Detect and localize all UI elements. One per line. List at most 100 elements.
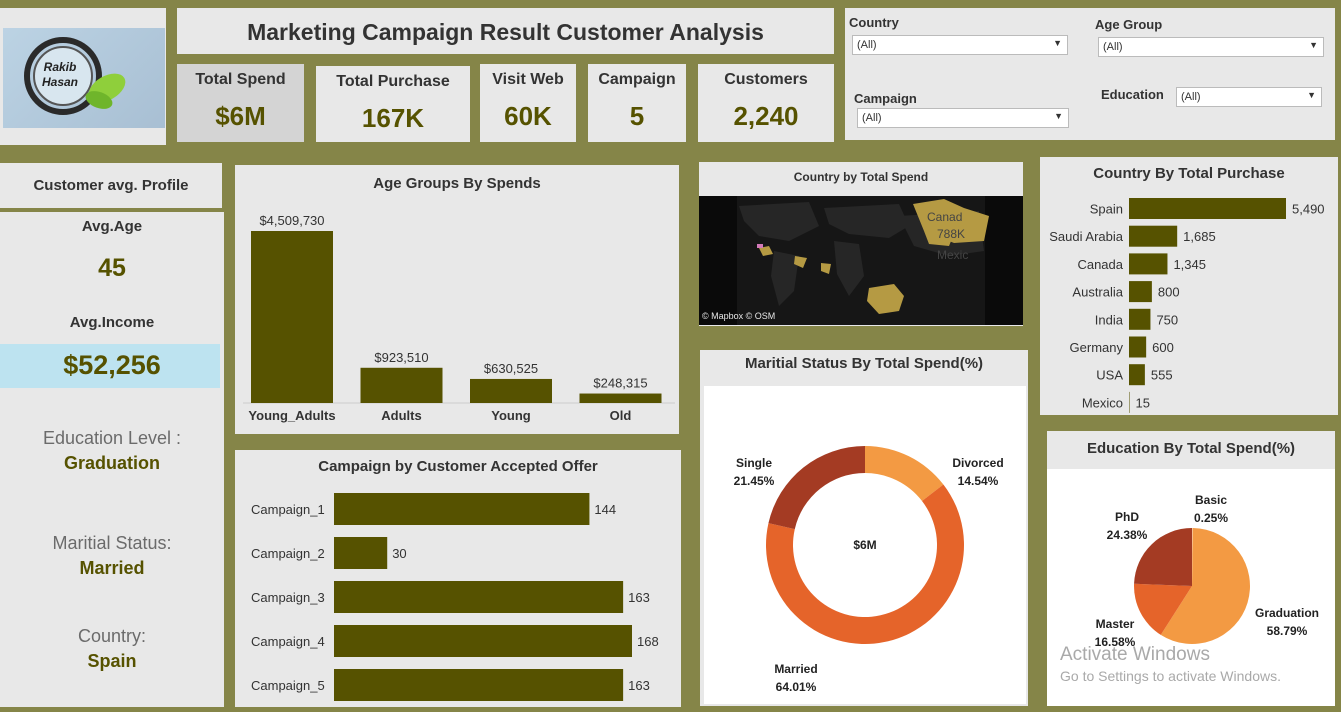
slice-percent-label: 14.54% xyxy=(958,474,999,488)
kpi-value: $6M xyxy=(215,101,266,131)
map-label-canada-value: 788K xyxy=(937,227,965,241)
education-filter-value: (All) xyxy=(1181,91,1201,103)
slice-name-label: Basic xyxy=(1195,493,1227,507)
age-group-filter-select[interactable]: (All) ▼ xyxy=(1098,37,1324,57)
kpi-customers: Customers 2,240 xyxy=(698,64,834,142)
campaign-filter-value: (All) xyxy=(862,112,882,124)
chevron-down-icon: ▼ xyxy=(1053,38,1062,48)
page-title: Marketing Campaign Result Customer Analy… xyxy=(247,19,764,45)
campaign-filter-select[interactable]: (All) ▼ xyxy=(857,108,1069,128)
kpi-value: 5 xyxy=(629,101,645,131)
y-tick-label: Mexico xyxy=(1082,395,1123,410)
bar-mexico xyxy=(1129,391,1130,413)
donut-center-label: $6M xyxy=(853,538,876,552)
y-tick-label: Campaign_2 xyxy=(251,546,325,561)
slice-percent-label: 64.01% xyxy=(776,680,817,694)
bar-data-label: 555 xyxy=(1151,368,1173,383)
bar-saudi-arabia xyxy=(1129,225,1178,247)
logo: Rakib Hasan xyxy=(3,28,165,128)
age-group-filter-label: Age Group xyxy=(1095,17,1163,32)
slice-name-label: Master xyxy=(1096,617,1135,631)
profile-panel: Avg.Age 45 Avg.Income $52,256 Education … xyxy=(0,212,224,707)
logo-panel: Rakib Hasan xyxy=(0,8,166,145)
slice-single xyxy=(768,446,865,530)
bar-data-label: 15 xyxy=(1136,395,1150,410)
age-group-filter-value: (All) xyxy=(1103,41,1123,53)
bar-data-label: 1,345 xyxy=(1173,257,1206,272)
slice-percent-label: 24.38% xyxy=(1107,528,1148,542)
map[interactable]: Canad 788K Mexic © Mapbox © OSM xyxy=(699,196,1023,325)
kpi-value: 60K xyxy=(504,101,552,131)
y-tick-label: Saudi Arabia xyxy=(1049,229,1123,244)
filters-panel: Country (All) ▼ Age Group (All) ▼ Campai… xyxy=(845,8,1335,140)
chevron-down-icon: ▼ xyxy=(1309,40,1318,50)
education-level-value: Graduation xyxy=(63,453,160,473)
bar-india xyxy=(1129,308,1151,330)
marital-status-value: Married xyxy=(79,558,145,578)
bar-data-label: $248,315 xyxy=(593,376,647,391)
map-attribution: © Mapbox © OSM xyxy=(702,311,775,321)
bar-spain xyxy=(1129,198,1286,219)
country-filter-value: (All) xyxy=(857,39,877,51)
map-panel: Country by Total Spend Canad 788K Mexic … xyxy=(699,162,1023,326)
bar-campaign-3 xyxy=(334,581,624,613)
x-tick-label: Young xyxy=(491,408,531,423)
bar-data-label: 800 xyxy=(1158,285,1180,300)
activate-windows-watermark: Activate Windows Go to Settings to activ… xyxy=(1060,644,1281,684)
x-tick-label: Adults xyxy=(381,408,421,423)
kpi-label: Visit Web xyxy=(492,71,564,88)
avg-income-label: Avg.Income xyxy=(69,314,155,331)
country-filter-select[interactable]: (All) ▼ xyxy=(852,35,1068,55)
bar-data-label: 5,490 xyxy=(1292,202,1325,217)
kpi-value: 2,240 xyxy=(733,101,799,131)
chevron-down-icon: ▼ xyxy=(1054,111,1063,121)
logo-mark: Rakib Hasan xyxy=(24,37,126,115)
bar-data-label: 168 xyxy=(637,634,659,649)
marital-chart-panel: Maritial Status By Total Spend(%) Divorc… xyxy=(700,350,1028,706)
slice-name-label: Single xyxy=(736,456,772,470)
kpi-total-spend: Total Spend $6M xyxy=(177,64,304,142)
country-filter-label: Country xyxy=(849,15,899,30)
country-chart-panel: Country By Total Purchase Spain 5,490 Saud… xyxy=(1040,157,1338,415)
campaign-chart: Campaign_1 144 Campaign_2 30 Campaign_3 163 Ca… xyxy=(251,493,659,701)
bar-campaign-2 xyxy=(334,537,388,569)
education-filter-select[interactable]: (All) ▼ xyxy=(1176,87,1322,107)
bar-data-label: 30 xyxy=(392,546,406,561)
bar-campaign-4 xyxy=(334,625,632,657)
campaign-chart-panel: Campaign by Customer Accepted Offer Camp… xyxy=(235,450,681,707)
marital-donut-chart: Divorced 14.54% Married 64.01% Single 21.45% $… xyxy=(734,446,1004,694)
bar-young-adults xyxy=(251,231,333,403)
slice-percent-label: 0.25% xyxy=(1194,511,1228,525)
logo-text-2: Hasan xyxy=(42,75,78,89)
bar-data-label: $4,509,730 xyxy=(259,213,324,228)
map-label-canada: Canad xyxy=(927,210,962,224)
age-groups-chart-panel: Age Groups By Spends $4,509,730 Young_Adu… xyxy=(235,165,679,434)
bar-germany xyxy=(1129,336,1147,358)
country-label: Country: xyxy=(77,626,147,646)
kpi-total-purchase: Total Purchase 167K xyxy=(316,66,470,142)
kpi-label: Total Purchase xyxy=(336,73,450,90)
y-tick-label: Germany xyxy=(1070,340,1124,355)
y-tick-label: Campaign_5 xyxy=(251,678,325,693)
country-value: Spain xyxy=(87,651,137,671)
bar-adults xyxy=(360,367,443,403)
bar-usa xyxy=(1129,364,1145,386)
profile-title: Customer avg. Profile xyxy=(33,177,189,194)
slice-name-label: PhD xyxy=(1115,510,1139,524)
y-tick-label: India xyxy=(1095,312,1124,327)
title-panel: Marketing Campaign Result Customer Analy… xyxy=(177,8,834,54)
avg-income-value: $52,256 xyxy=(63,350,161,380)
kpi-visit-web: Visit Web 60K xyxy=(480,64,576,142)
bar-data-label: 144 xyxy=(594,502,616,517)
y-tick-label: Campaign_3 xyxy=(251,590,325,605)
x-tick-label: Old xyxy=(610,408,632,423)
bar-data-label: 750 xyxy=(1156,312,1178,327)
bar-campaign-5 xyxy=(334,669,624,701)
age-groups-chart: $4,509,730 Young_Adults $923,510 Adults $630… xyxy=(243,213,675,423)
campaign-filter-label: Campaign xyxy=(854,91,917,106)
y-tick-label: Campaign_4 xyxy=(251,634,325,649)
y-tick-label: Canada xyxy=(1077,257,1123,272)
kpi-label: Customers xyxy=(724,71,808,88)
kpi-campaign: Campaign 5 xyxy=(588,64,686,142)
profile-title-panel: Customer avg. Profile xyxy=(0,163,222,208)
